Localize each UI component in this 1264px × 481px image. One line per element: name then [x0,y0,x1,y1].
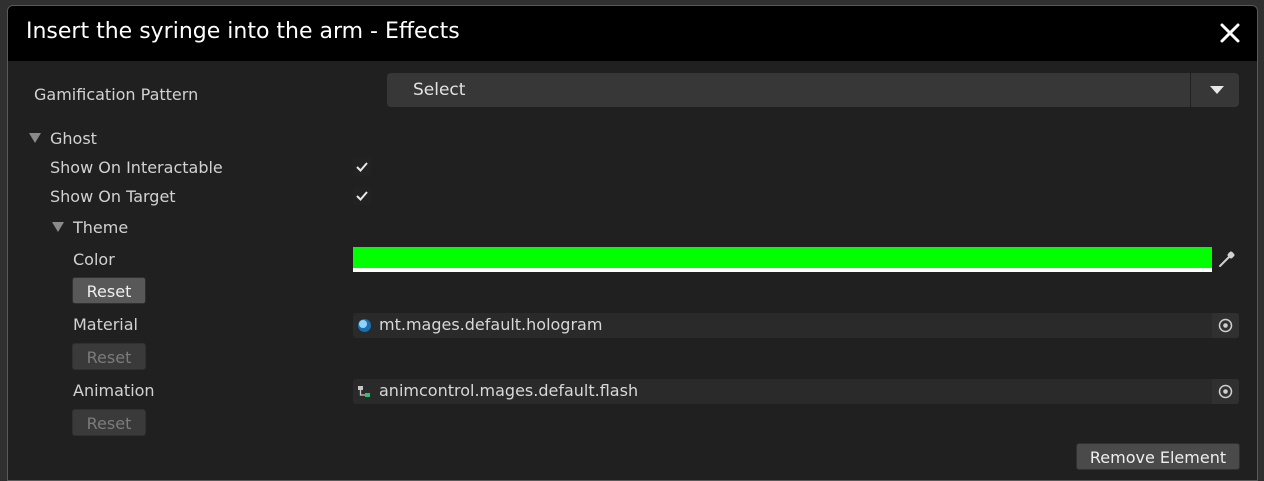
dropdown-divider [1190,73,1191,107]
material-sphere-icon [358,319,371,332]
object-picker-icon [1218,384,1233,399]
check-icon [356,191,368,201]
material-picker-button[interactable] [1212,313,1239,338]
animator-controller-icon [358,386,370,397]
eyedropper-icon[interactable] [1217,249,1237,269]
show-on-target-label: Show On Target [50,187,176,206]
animation-value: animcontrol.mages.default.flash [379,381,639,400]
theme-foldout-arrow-icon[interactable] [52,222,64,232]
material-value: mt.mages.default.hologram [379,315,603,334]
inspector-content: Gamification Pattern Select Ghost Show O… [8,61,1257,480]
effects-window: Insert the syringe into the arm - Effect… [7,5,1258,481]
show-on-interactable-label: Show On Interactable [50,158,223,177]
check-icon [356,162,368,172]
animation-reset-button[interactable]: Reset [72,409,146,436]
material-label: Material [73,315,138,334]
animation-picker-button[interactable] [1212,379,1239,404]
color-reset-button[interactable]: Reset [72,277,146,304]
ghost-foldout-label[interactable]: Ghost [50,129,97,148]
window-title: Insert the syringe into the arm - Effect… [26,19,460,44]
color-field[interactable] [353,247,1212,272]
animation-label: Animation [73,381,155,400]
show-on-target-checkbox[interactable] [353,187,371,205]
material-object-field[interactable]: mt.mages.default.hologram [353,313,1239,338]
gamification-pattern-label: Gamification Pattern [34,85,199,104]
gamification-pattern-dropdown[interactable]: Select [387,73,1239,107]
color-alpha-bar [353,268,1212,272]
show-on-interactable-checkbox[interactable] [353,158,371,176]
ghost-foldout-arrow-icon[interactable] [29,133,41,143]
chevron-down-icon[interactable] [1197,73,1237,107]
color-label: Color [73,250,115,269]
dropdown-selected-value: Select [413,80,466,100]
material-reset-button[interactable]: Reset [72,343,146,370]
theme-foldout-label[interactable]: Theme [73,218,128,237]
object-picker-icon [1218,318,1233,333]
animation-object-field[interactable]: animcontrol.mages.default.flash [353,379,1239,404]
close-icon[interactable] [1217,20,1243,46]
remove-element-button[interactable]: Remove Element [1076,443,1240,470]
title-bar: Insert the syringe into the arm - Effect… [8,6,1257,61]
